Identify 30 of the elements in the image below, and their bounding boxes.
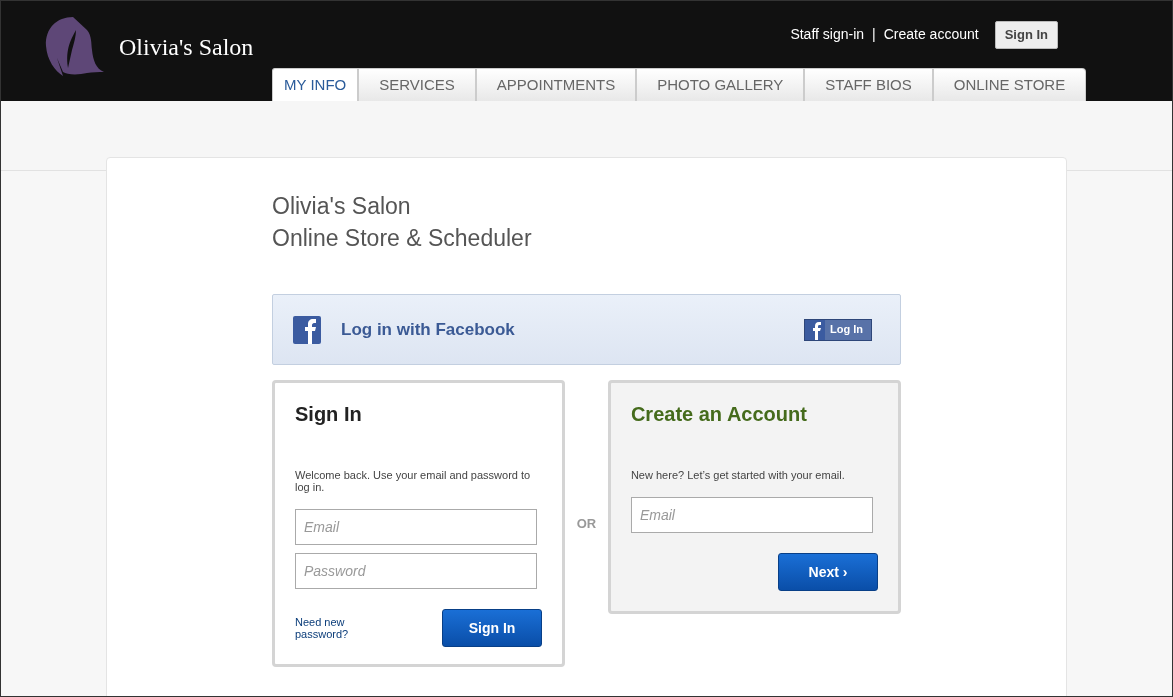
email-field[interactable]: Email (630, 497, 873, 533)
facebook-icon (805, 319, 825, 340)
header-sign-in-button[interactable]: Sign In (994, 21, 1058, 49)
facebook-login-button[interactable]: Log In (804, 318, 872, 341)
nav-tab[interactable]: ONLINE STORE (932, 67, 1087, 101)
facebook-login-label: Log in with Facebook (341, 318, 515, 341)
nav-tab[interactable]: STAFF BIOS (804, 67, 933, 101)
email-field[interactable]: Email (295, 509, 537, 545)
link-separator: | (872, 25, 876, 45)
header-link[interactable]: Create account (883, 24, 979, 46)
facebook-login-bar[interactable]: Log in with Facebook Log In (272, 294, 901, 365)
nav-tab[interactable]: APPOINTMENTS (475, 67, 637, 101)
password-field[interactable]: Password (295, 553, 537, 589)
header-link[interactable]: Staff sign-in (790, 24, 865, 46)
create-account-title: Create an Account (630, 402, 808, 427)
or-separator: OR (575, 515, 598, 533)
page-heading: Online Store & Scheduler (272, 224, 533, 253)
facebook-icon (293, 315, 321, 344)
create-account-intro: New here? Let’s get started with your email. (630, 469, 846, 481)
nav-tab[interactable]: PHOTO GALLERY (636, 67, 805, 101)
brand-name: Olivia's Salon (119, 33, 254, 62)
sign-in-title: Sign In (295, 402, 363, 427)
logo-icon (43, 16, 105, 78)
nav-tab[interactable]: MY INFO (272, 67, 359, 101)
page-heading: Olivia's Salon (272, 192, 412, 221)
next-button[interactable]: Next › (778, 553, 878, 591)
sign-in-button[interactable]: Sign In (442, 609, 543, 647)
nav-tab[interactable]: SERVICES (358, 67, 476, 101)
forgot-password-link[interactable]: Need new password? (295, 616, 365, 640)
sign-in-intro: Welcome back. Use your email and password to log in. (295, 469, 532, 493)
